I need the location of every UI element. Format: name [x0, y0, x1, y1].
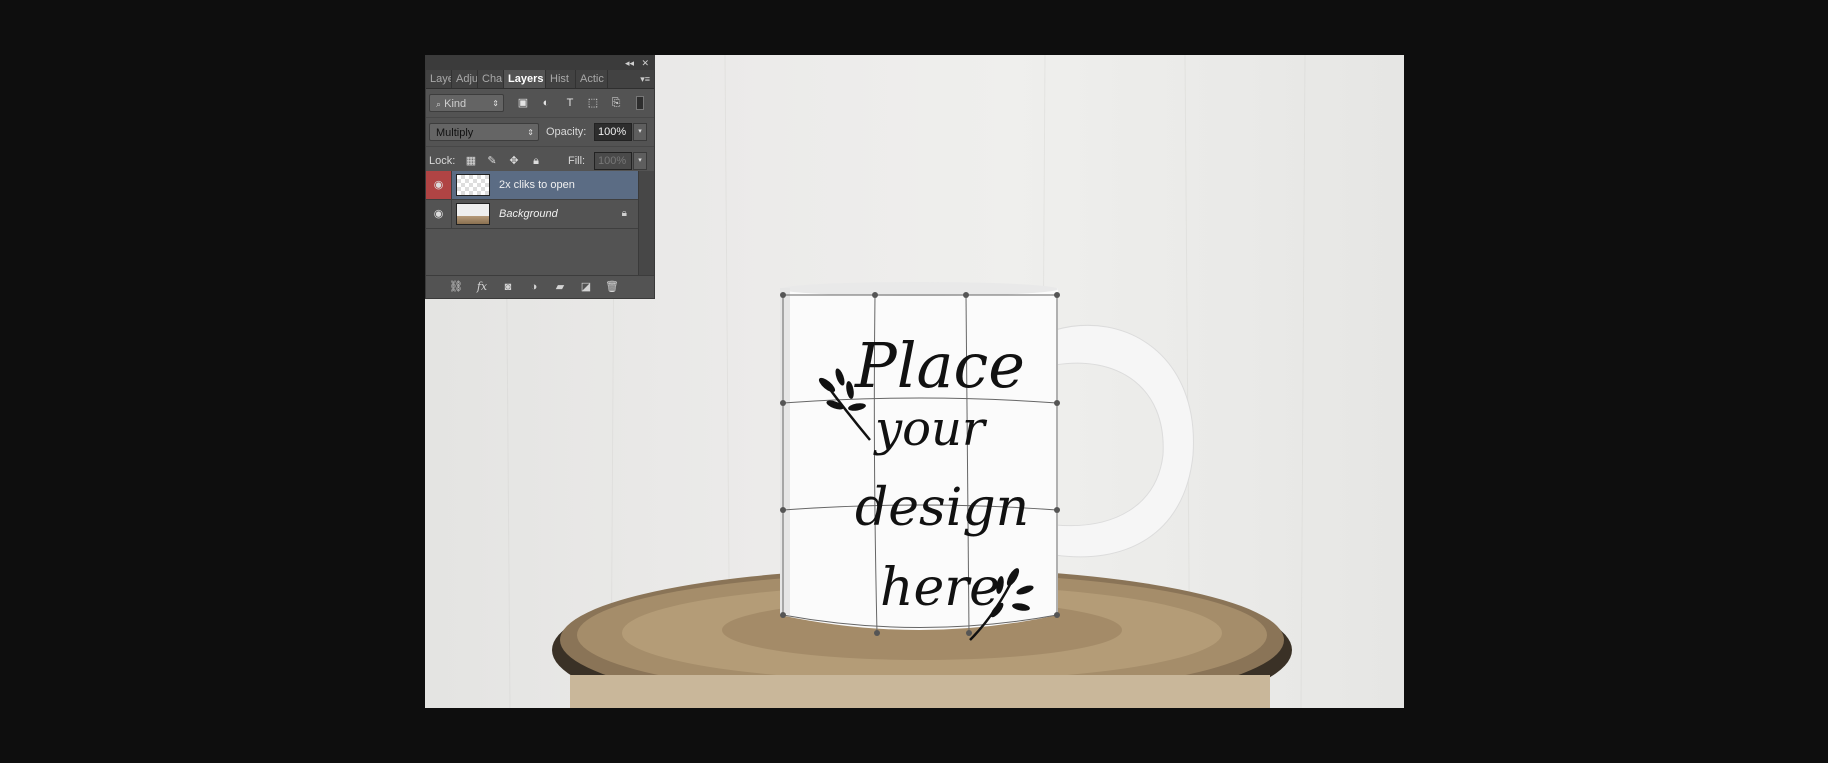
filter-smart-object-icon[interactable]: ⎘: [609, 96, 623, 110]
filter-row: ⌕ Kind ⇕ ▣ ◐ T ⬚ ⎘: [426, 89, 654, 118]
mug-text-line-4: here: [880, 558, 1000, 618]
filter-shape-icon[interactable]: ⬚: [586, 96, 600, 110]
filter-toggle-icon[interactable]: [636, 96, 644, 110]
opacity-dropdown-icon[interactable]: ▾: [633, 123, 647, 141]
layer-row-background[interactable]: ◉ Background 🔒︎: [426, 200, 639, 229]
fill-dropdown-icon[interactable]: ▾: [633, 152, 647, 170]
lock-move-icon[interactable]: ✥: [507, 154, 521, 168]
filter-adjustment-icon[interactable]: ◐: [539, 96, 553, 110]
opacity-label: Opacity:: [546, 126, 587, 138]
tab-actions[interactable]: Actic: [576, 70, 608, 88]
layer-thumbnail: [456, 203, 490, 225]
add-mask-icon[interactable]: ◙: [500, 280, 516, 294]
opacity-input[interactable]: 100%: [594, 123, 632, 141]
tab-adjustments[interactable]: Adju: [452, 70, 478, 88]
new-layer-icon[interactable]: ◪: [578, 280, 594, 294]
blend-mode-value: Multiply: [436, 127, 474, 139]
lock-icon: 🔒︎: [621, 208, 627, 219]
tab-layers[interactable]: Layers: [504, 70, 546, 88]
layer-thumbnail: [456, 174, 490, 196]
layer-name[interactable]: Background: [499, 200, 558, 228]
mug-text-line-2: your: [873, 401, 988, 457]
trash-icon[interactable]: 🗑︎: [604, 280, 620, 294]
panel-footer: ⛓ fx ◙ ◑ ▰ ◪ 🗑︎: [426, 275, 654, 298]
close-panel-icon[interactable]: ✕: [641, 56, 649, 70]
chevron-updown-icon: ⇕: [527, 128, 534, 137]
chevron-updown-icon: ⇕: [492, 99, 499, 108]
link-layers-icon[interactable]: ⛓: [448, 280, 464, 294]
filter-kind-select[interactable]: ⌕ Kind ⇕: [429, 94, 504, 112]
lock-transparent-icon[interactable]: ▦: [464, 154, 478, 168]
lock-all-icon[interactable]: 🔒︎: [529, 154, 543, 168]
new-group-icon[interactable]: ▰: [552, 280, 568, 294]
search-icon: ⌕: [436, 99, 442, 109]
lock-brush-icon[interactable]: ✎: [485, 154, 499, 168]
layers-panel: ◂◂ ✕ Laye Adju Cha Layers Hist Actic ▾≡ …: [425, 55, 655, 299]
tab-history[interactable]: Hist: [546, 70, 576, 88]
eye-icon[interactable]: ◉: [426, 171, 452, 199]
tab-layer-comps[interactable]: Laye: [426, 70, 452, 88]
eye-icon[interactable]: ◉: [426, 200, 452, 228]
panel-tabs: Laye Adju Cha Layers Hist Actic ▾≡: [426, 70, 654, 89]
fx-icon[interactable]: fx: [474, 280, 490, 294]
collapse-panel-icon[interactable]: ◂◂: [625, 56, 634, 70]
layer-row-smart-object[interactable]: ◉ 2x cliks to open: [426, 171, 639, 200]
panel-titlebar: ◂◂ ✕: [426, 56, 654, 70]
tab-channels[interactable]: Cha: [478, 70, 504, 88]
new-adjustment-icon[interactable]: ◑: [526, 280, 542, 294]
fill-input[interactable]: 100%: [594, 152, 632, 170]
layer-list: ◉ 2x cliks to open ◉ Background 🔒︎: [426, 171, 639, 277]
blend-row: Multiply ⇕ Opacity: 100% ▾: [426, 118, 654, 147]
panel-menu-icon[interactable]: ▾≡: [640, 70, 650, 88]
filter-kind-label: Kind: [444, 98, 467, 110]
filter-pixel-icon[interactable]: ▣: [516, 96, 530, 110]
filter-type-icon[interactable]: T: [563, 96, 577, 110]
layer-name[interactable]: 2x cliks to open: [499, 171, 575, 199]
blend-mode-select[interactable]: Multiply ⇕: [429, 123, 539, 141]
mug-text-line-1: Place: [854, 329, 1025, 402]
layer-list-scrollbar[interactable]: [638, 171, 654, 277]
mug-text-line-3: design: [855, 478, 1029, 538]
